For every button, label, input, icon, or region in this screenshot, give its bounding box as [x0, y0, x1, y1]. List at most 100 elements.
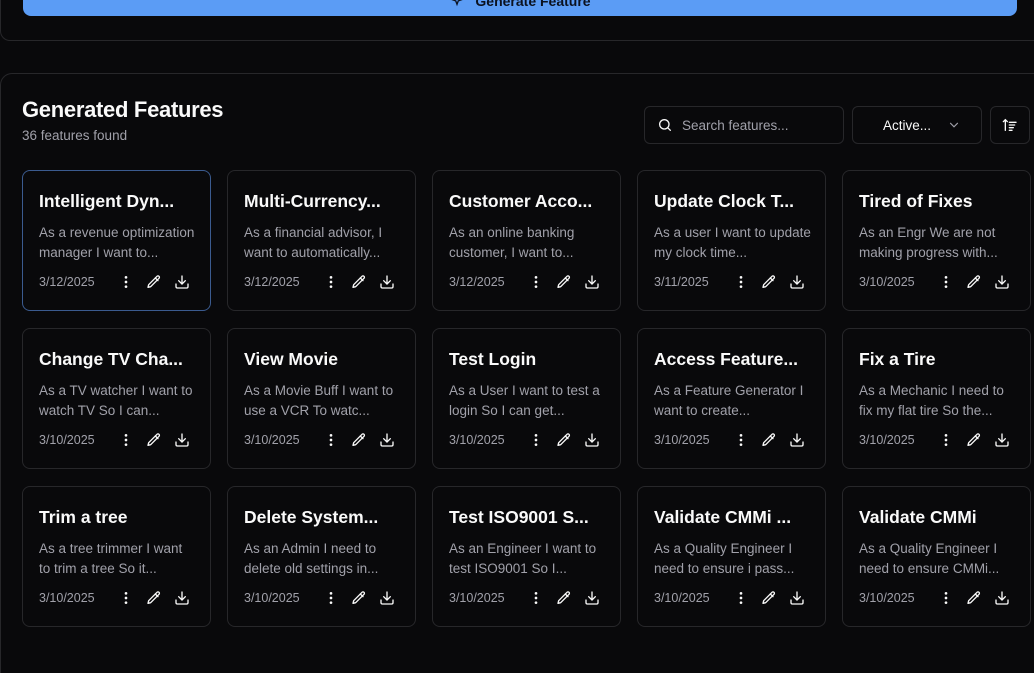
pencil-icon[interactable]	[349, 430, 369, 450]
download-icon[interactable]	[787, 430, 807, 450]
feature-card[interactable]: Test ISO9001 S... As an Engineer I want t…	[432, 486, 621, 627]
feature-card[interactable]: Customer Acco... As an online banking cus…	[432, 170, 621, 311]
download-icon[interactable]	[787, 588, 807, 608]
download-icon[interactable]	[992, 430, 1012, 450]
feature-date: 3/10/2025	[654, 591, 710, 605]
feature-description: As a Feature Generator I want to create.…	[654, 383, 804, 418]
feature-card[interactable]: Access Feature... As a Feature Generator …	[637, 328, 826, 469]
search-box[interactable]	[644, 106, 844, 144]
more-vertical-icon[interactable]	[526, 272, 546, 292]
more-vertical-icon[interactable]	[526, 588, 546, 608]
download-icon[interactable]	[377, 272, 397, 292]
pencil-icon[interactable]	[964, 430, 984, 450]
feature-actions	[936, 430, 1016, 450]
feature-date: 3/12/2025	[244, 275, 300, 289]
page-title: Generated Features	[22, 97, 224, 122]
feature-title: Customer Acco...	[449, 191, 593, 211]
status-filter-select[interactable]: Active...	[852, 106, 982, 144]
generate-feature-label: Generate Feature	[475, 0, 591, 9]
feature-card[interactable]: Change TV Cha... As a TV watcher I want t…	[22, 328, 211, 469]
feature-description: As a user I want to update my clock time…	[654, 225, 811, 260]
pencil-icon[interactable]	[349, 588, 369, 608]
more-vertical-icon[interactable]	[321, 272, 341, 292]
pencil-icon[interactable]	[144, 430, 164, 450]
pencil-icon[interactable]	[554, 272, 574, 292]
more-vertical-icon[interactable]	[116, 588, 136, 608]
feature-date: 3/10/2025	[39, 591, 95, 605]
download-icon[interactable]	[582, 588, 602, 608]
more-vertical-icon[interactable]	[936, 588, 956, 608]
more-vertical-icon[interactable]	[116, 272, 136, 292]
sparkles-icon	[451, 0, 464, 7]
feature-card[interactable]: Validate CMMi ... As a Quality Engineer I…	[637, 486, 826, 627]
feature-card[interactable]: Multi-Currency... As a financial advisor,…	[227, 170, 416, 311]
feature-actions	[116, 430, 196, 450]
feature-actions	[321, 430, 401, 450]
feature-date: 3/10/2025	[449, 591, 505, 605]
more-vertical-icon[interactable]	[116, 430, 136, 450]
pencil-icon[interactable]	[144, 272, 164, 292]
feature-description: As an online banking customer, I want to…	[449, 225, 575, 260]
more-vertical-icon[interactable]	[936, 430, 956, 450]
feature-actions	[731, 272, 811, 292]
feature-actions	[321, 588, 401, 608]
feature-card[interactable]: Tired of Fixes As an Engr We are not maki…	[842, 170, 1031, 311]
feature-description: As an Engineer I want to test ISO9001 So…	[449, 541, 597, 576]
search-input[interactable]	[682, 117, 832, 133]
more-vertical-icon[interactable]	[731, 588, 751, 608]
feature-card[interactable]: Delete System... As an Admin I need to de…	[227, 486, 416, 627]
download-icon[interactable]	[172, 588, 192, 608]
feature-card[interactable]: Trim a tree As a tree trimmer I want to t…	[22, 486, 211, 627]
more-vertical-icon[interactable]	[526, 430, 546, 450]
feature-card[interactable]: Intelligent Dyn... As a revenue optimizat…	[22, 170, 211, 311]
download-icon[interactable]	[582, 430, 602, 450]
feature-card[interactable]: Fix a Tire As a Mechanic I need to fix my…	[842, 328, 1031, 469]
more-vertical-icon[interactable]	[731, 272, 751, 292]
pencil-icon[interactable]	[554, 430, 574, 450]
feature-description: As a revenue optimization manager I want…	[39, 225, 195, 260]
download-icon[interactable]	[582, 272, 602, 292]
feature-date: 3/10/2025	[244, 433, 300, 447]
download-icon[interactable]	[992, 588, 1012, 608]
download-icon[interactable]	[787, 272, 807, 292]
feature-card[interactable]: View Movie As a Movie Buff I want to use …	[227, 328, 416, 469]
feature-date: 3/10/2025	[859, 591, 915, 605]
more-vertical-icon[interactable]	[936, 272, 956, 292]
pencil-icon[interactable]	[144, 588, 164, 608]
feature-actions	[936, 272, 1016, 292]
more-vertical-icon[interactable]	[321, 430, 341, 450]
pencil-icon[interactable]	[759, 588, 779, 608]
feature-title: View Movie	[244, 349, 339, 369]
feature-actions	[116, 272, 196, 292]
feature-card[interactable]: Validate CMMi As a Quality Engineer I nee…	[842, 486, 1031, 627]
pencil-icon[interactable]	[759, 430, 779, 450]
feature-actions	[526, 588, 606, 608]
pencil-icon[interactable]	[554, 588, 574, 608]
pencil-icon[interactable]	[349, 272, 369, 292]
feature-card[interactable]: Test Login As a User I want to test a log…	[432, 328, 621, 469]
download-icon[interactable]	[377, 430, 397, 450]
feature-description: As a Quality Engineer I need to ensure i…	[654, 541, 795, 576]
pencil-icon[interactable]	[964, 588, 984, 608]
more-vertical-icon[interactable]	[321, 588, 341, 608]
feature-description: As an Admin I need to delete old setting…	[244, 541, 379, 576]
feature-title: Validate CMMi	[859, 507, 977, 527]
feature-date: 3/11/2025	[654, 275, 709, 289]
sort-button[interactable]	[990, 106, 1030, 144]
status-filter-value: Active...	[882, 117, 931, 133]
download-icon[interactable]	[172, 272, 192, 292]
pencil-icon[interactable]	[759, 272, 779, 292]
chevron-down-icon	[949, 122, 959, 128]
more-vertical-icon[interactable]	[731, 430, 751, 450]
feature-actions	[526, 430, 606, 450]
feature-card[interactable]: Update Clock T... As a user I want to upd…	[637, 170, 826, 311]
download-icon[interactable]	[377, 588, 397, 608]
feature-title: Test Login	[449, 349, 537, 369]
pencil-icon[interactable]	[964, 272, 984, 292]
download-icon[interactable]	[992, 272, 1012, 292]
download-icon[interactable]	[172, 430, 192, 450]
generate-feature-button[interactable]: Generate Feature	[23, 0, 1017, 16]
feature-actions	[731, 430, 811, 450]
feature-title: Trim a tree	[39, 507, 128, 527]
features-count: 36 features found	[22, 128, 128, 143]
